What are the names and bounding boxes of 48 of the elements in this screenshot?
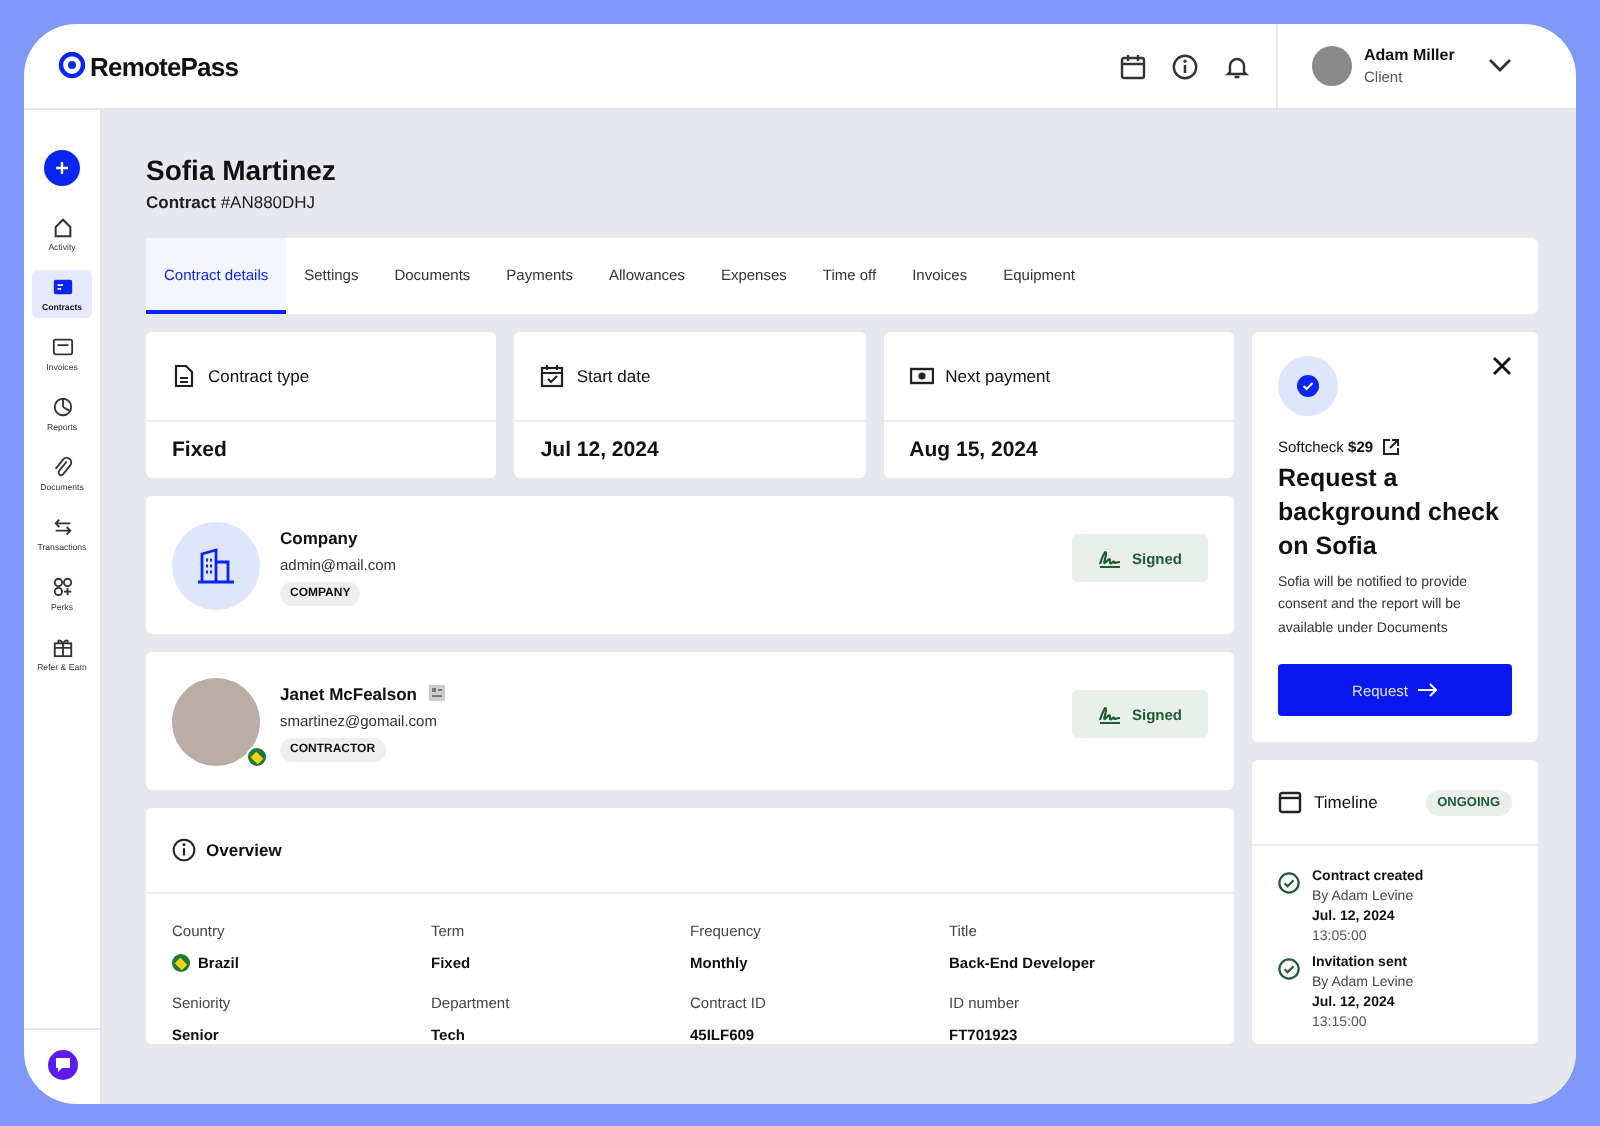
grid-icon <box>51 576 73 598</box>
arrow-right-icon <box>1417 682 1438 699</box>
brazil-flag-icon <box>172 954 190 972</box>
signature-icon <box>1097 704 1122 724</box>
notification-bell-icon[interactable] <box>1224 53 1250 79</box>
chat-bubble-icon[interactable] <box>47 1050 77 1080</box>
brazil-flag-icon <box>246 746 268 768</box>
logo-pin-icon <box>58 52 86 80</box>
document-icon <box>172 364 196 388</box>
summary-label: Start date <box>576 366 651 386</box>
verified-badge-icon <box>1278 356 1338 416</box>
pie-chart-icon <box>51 396 73 418</box>
info-icon <box>172 838 196 862</box>
money-icon <box>909 364 934 388</box>
calendar-icon[interactable] <box>1120 53 1146 79</box>
building-icon <box>172 522 260 610</box>
calendar-icon <box>1278 790 1302 815</box>
overview-title: Overview <box>206 840 282 860</box>
summary-value: Fixed <box>170 436 229 466</box>
home-icon <box>51 216 73 238</box>
invoice-icon <box>51 336 73 358</box>
logo-text: RemotePass <box>90 51 239 81</box>
contract-number: Contract #AN880DHJ <box>146 192 318 212</box>
timeline-title: Timeline <box>1314 792 1380 813</box>
close-icon[interactable] <box>1492 356 1512 376</box>
party-name: Company <box>280 527 358 547</box>
summary-label: Contract type <box>208 366 310 386</box>
contract-icon <box>51 276 73 298</box>
id-card-icon <box>427 684 445 702</box>
summary-label: Next payment <box>945 366 1051 386</box>
paperclip-icon <box>51 456 73 478</box>
plus-icon <box>52 158 72 178</box>
summary-value: Aug 15, 2024 <box>907 436 1040 466</box>
calendar-icon <box>540 364 565 388</box>
add-button[interactable] <box>44 150 80 186</box>
chevron-down-icon[interactable] <box>1488 58 1512 74</box>
contractor-name: Sofia Martinez <box>146 154 338 186</box>
user-name: Adam Miller <box>1364 46 1457 64</box>
info-icon[interactable] <box>1172 53 1198 79</box>
promo-title: Request a background check on Sofia <box>1278 462 1501 564</box>
signature-icon <box>1097 548 1122 568</box>
photo-placeholder <box>172 678 260 766</box>
external-link-icon[interactable] <box>1381 438 1400 456</box>
user-avatar <box>1312 46 1352 86</box>
summary-value: Jul 12, 2024 <box>538 436 661 466</box>
party-name: Janet McFealson <box>280 683 417 703</box>
arrows-icon <box>51 516 73 538</box>
gift-icon <box>51 636 73 658</box>
